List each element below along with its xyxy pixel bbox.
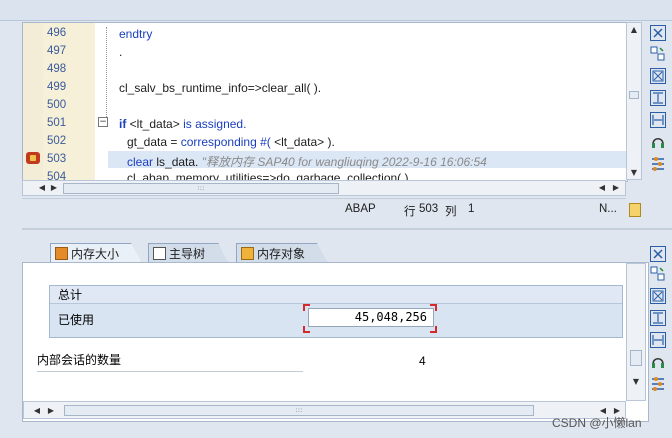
tree-icon xyxy=(153,247,166,260)
code-comment: "释放内存 SAP40 for wangliuqing 2022-9-16 16… xyxy=(201,155,487,169)
fold-guide xyxy=(106,27,108,127)
mode-indicator: N... xyxy=(599,203,617,215)
split-view-icon[interactable] xyxy=(650,46,666,62)
tab-memory-size[interactable]: 内存大小 xyxy=(50,243,142,263)
fold-toggle-icon[interactable]: − xyxy=(98,117,108,127)
panel-horizontal-scrollbar[interactable]: ◀ ▶ ::: ◀ ▶ xyxy=(23,401,626,419)
used-label: 已使用 xyxy=(58,313,95,327)
fit-height-icon[interactable] xyxy=(650,310,666,326)
code-text: ls_data. xyxy=(153,155,202,169)
close-icon[interactable] xyxy=(650,246,666,262)
sessions-label: 内部会话的数量 xyxy=(37,353,122,367)
code-text: <lt_data> xyxy=(126,117,184,131)
headset-icon[interactable] xyxy=(650,354,666,370)
fit-width-icon[interactable] xyxy=(650,112,666,128)
selection-corner xyxy=(430,326,437,333)
breakpoint-icon[interactable] xyxy=(26,152,40,164)
panel-vertical-scrollbar[interactable]: ▼ xyxy=(626,263,646,401)
maximize-icon[interactable] xyxy=(650,288,666,304)
code-keyword: is assigned. xyxy=(183,117,247,131)
line-number: 502 xyxy=(47,135,67,147)
used-value-field[interactable]: 45,048,256 xyxy=(308,308,434,327)
line-number: 501 xyxy=(47,117,67,129)
line-number: 498 xyxy=(47,63,67,75)
split-view-icon[interactable] xyxy=(650,266,666,282)
fit-height-icon[interactable] xyxy=(650,90,666,106)
scroll-right-arrow-icon[interactable]: ▶ xyxy=(49,182,59,194)
line-number: 497 xyxy=(47,45,67,57)
col-value: 1 xyxy=(468,203,475,215)
line-number: 496 xyxy=(47,27,67,39)
editor-vertical-scrollbar[interactable]: ▲ ▼ xyxy=(626,22,642,180)
code-text: <lt_data> ). xyxy=(270,135,335,149)
memory-panel: 总计 已使用 45,048,256 内部会话的数量 4 ▼ ◀ ▶ ::: ◀ … xyxy=(22,262,649,422)
memory-object-icon xyxy=(241,247,254,260)
scroll-right-arrow-icon[interactable]: ▶ xyxy=(46,405,56,417)
totals-group: 总计 已使用 45,048,256 xyxy=(49,285,623,338)
headset-icon[interactable] xyxy=(650,134,666,150)
vertical-scroll-thumb[interactable] xyxy=(630,350,642,366)
line-number: 503 xyxy=(47,153,67,165)
sessions-row: 内部会话的数量 xyxy=(37,351,303,372)
scroll-left-arrow-icon[interactable]: ◀ xyxy=(597,182,607,194)
tab-label: 主导树 xyxy=(169,247,206,261)
language-indicator: ABAP xyxy=(345,203,376,215)
totals-header: 总计 xyxy=(50,286,622,304)
panel-splitter[interactable] xyxy=(22,228,672,230)
row-label: 行 xyxy=(404,206,416,218)
code-keyword: clear xyxy=(127,155,154,169)
code-line: . xyxy=(119,45,123,59)
close-icon[interactable] xyxy=(650,25,666,41)
selection-corner xyxy=(303,304,310,311)
scroll-down-arrow-icon[interactable]: ▼ xyxy=(629,167,639,179)
code-editor[interactable]: − 496 497 498 499 500 501 502 503 504 en… xyxy=(22,22,628,182)
code-text: gt_data = xyxy=(127,135,181,149)
selection-corner xyxy=(430,304,437,311)
scroll-up-arrow-icon[interactable]: ▲ xyxy=(629,24,639,36)
memory-size-icon xyxy=(55,247,68,260)
sessions-value: 4 xyxy=(419,354,426,368)
horizontal-scroll-thumb[interactable]: ::: xyxy=(64,405,534,416)
code-keyword: corresponding #( xyxy=(180,135,271,149)
top-toolbar-strip xyxy=(0,0,672,21)
tab-label: 内存对象 xyxy=(257,247,306,261)
settings-icon[interactable] xyxy=(650,376,666,392)
horizontal-scroll-thumb[interactable]: ::: xyxy=(63,183,339,194)
code-line: cl_salv_bs_runtime_info=>clear_all( ). xyxy=(119,81,322,95)
line-number: 499 xyxy=(47,81,67,93)
code-line: if <lt_data> is assigned. xyxy=(119,117,246,131)
code-line: endtry xyxy=(119,27,153,41)
selection-corner xyxy=(303,326,310,333)
notes-icon[interactable] xyxy=(629,203,641,217)
tab-memory-objects[interactable]: 内存对象 xyxy=(236,243,328,263)
code-line: clear ls_data. "释放内存 SAP40 for wangliuqi… xyxy=(127,153,487,170)
editor-horizontal-scrollbar[interactable]: ◀ ▶ ::: ◀ ▶ xyxy=(22,180,626,196)
scroll-down-arrow-icon[interactable]: ▼ xyxy=(631,376,641,388)
vertical-scroll-thumb[interactable] xyxy=(629,91,639,99)
watermark: CSDN @小懒lan xyxy=(552,416,642,430)
scroll-right-arrow-icon[interactable]: ▶ xyxy=(611,182,621,194)
scroll-left-arrow-icon[interactable]: ◀ xyxy=(37,182,47,194)
maximize-icon[interactable] xyxy=(650,68,666,84)
fit-width-icon[interactable] xyxy=(650,332,666,348)
row-value: 503 xyxy=(419,203,439,215)
code-line: gt_data = corresponding #( <lt_data> ). xyxy=(127,135,335,149)
editor-status-bar: ABAP 行 503 列 1 N... xyxy=(22,198,641,221)
settings-icon[interactable] xyxy=(650,156,666,172)
tab-dominator-tree[interactable]: 主导树 xyxy=(148,243,228,263)
line-number: 500 xyxy=(47,99,67,111)
tab-label: 内存大小 xyxy=(71,247,120,261)
scroll-left-arrow-icon[interactable]: ◀ xyxy=(32,405,42,417)
col-label: 列 xyxy=(445,206,457,218)
